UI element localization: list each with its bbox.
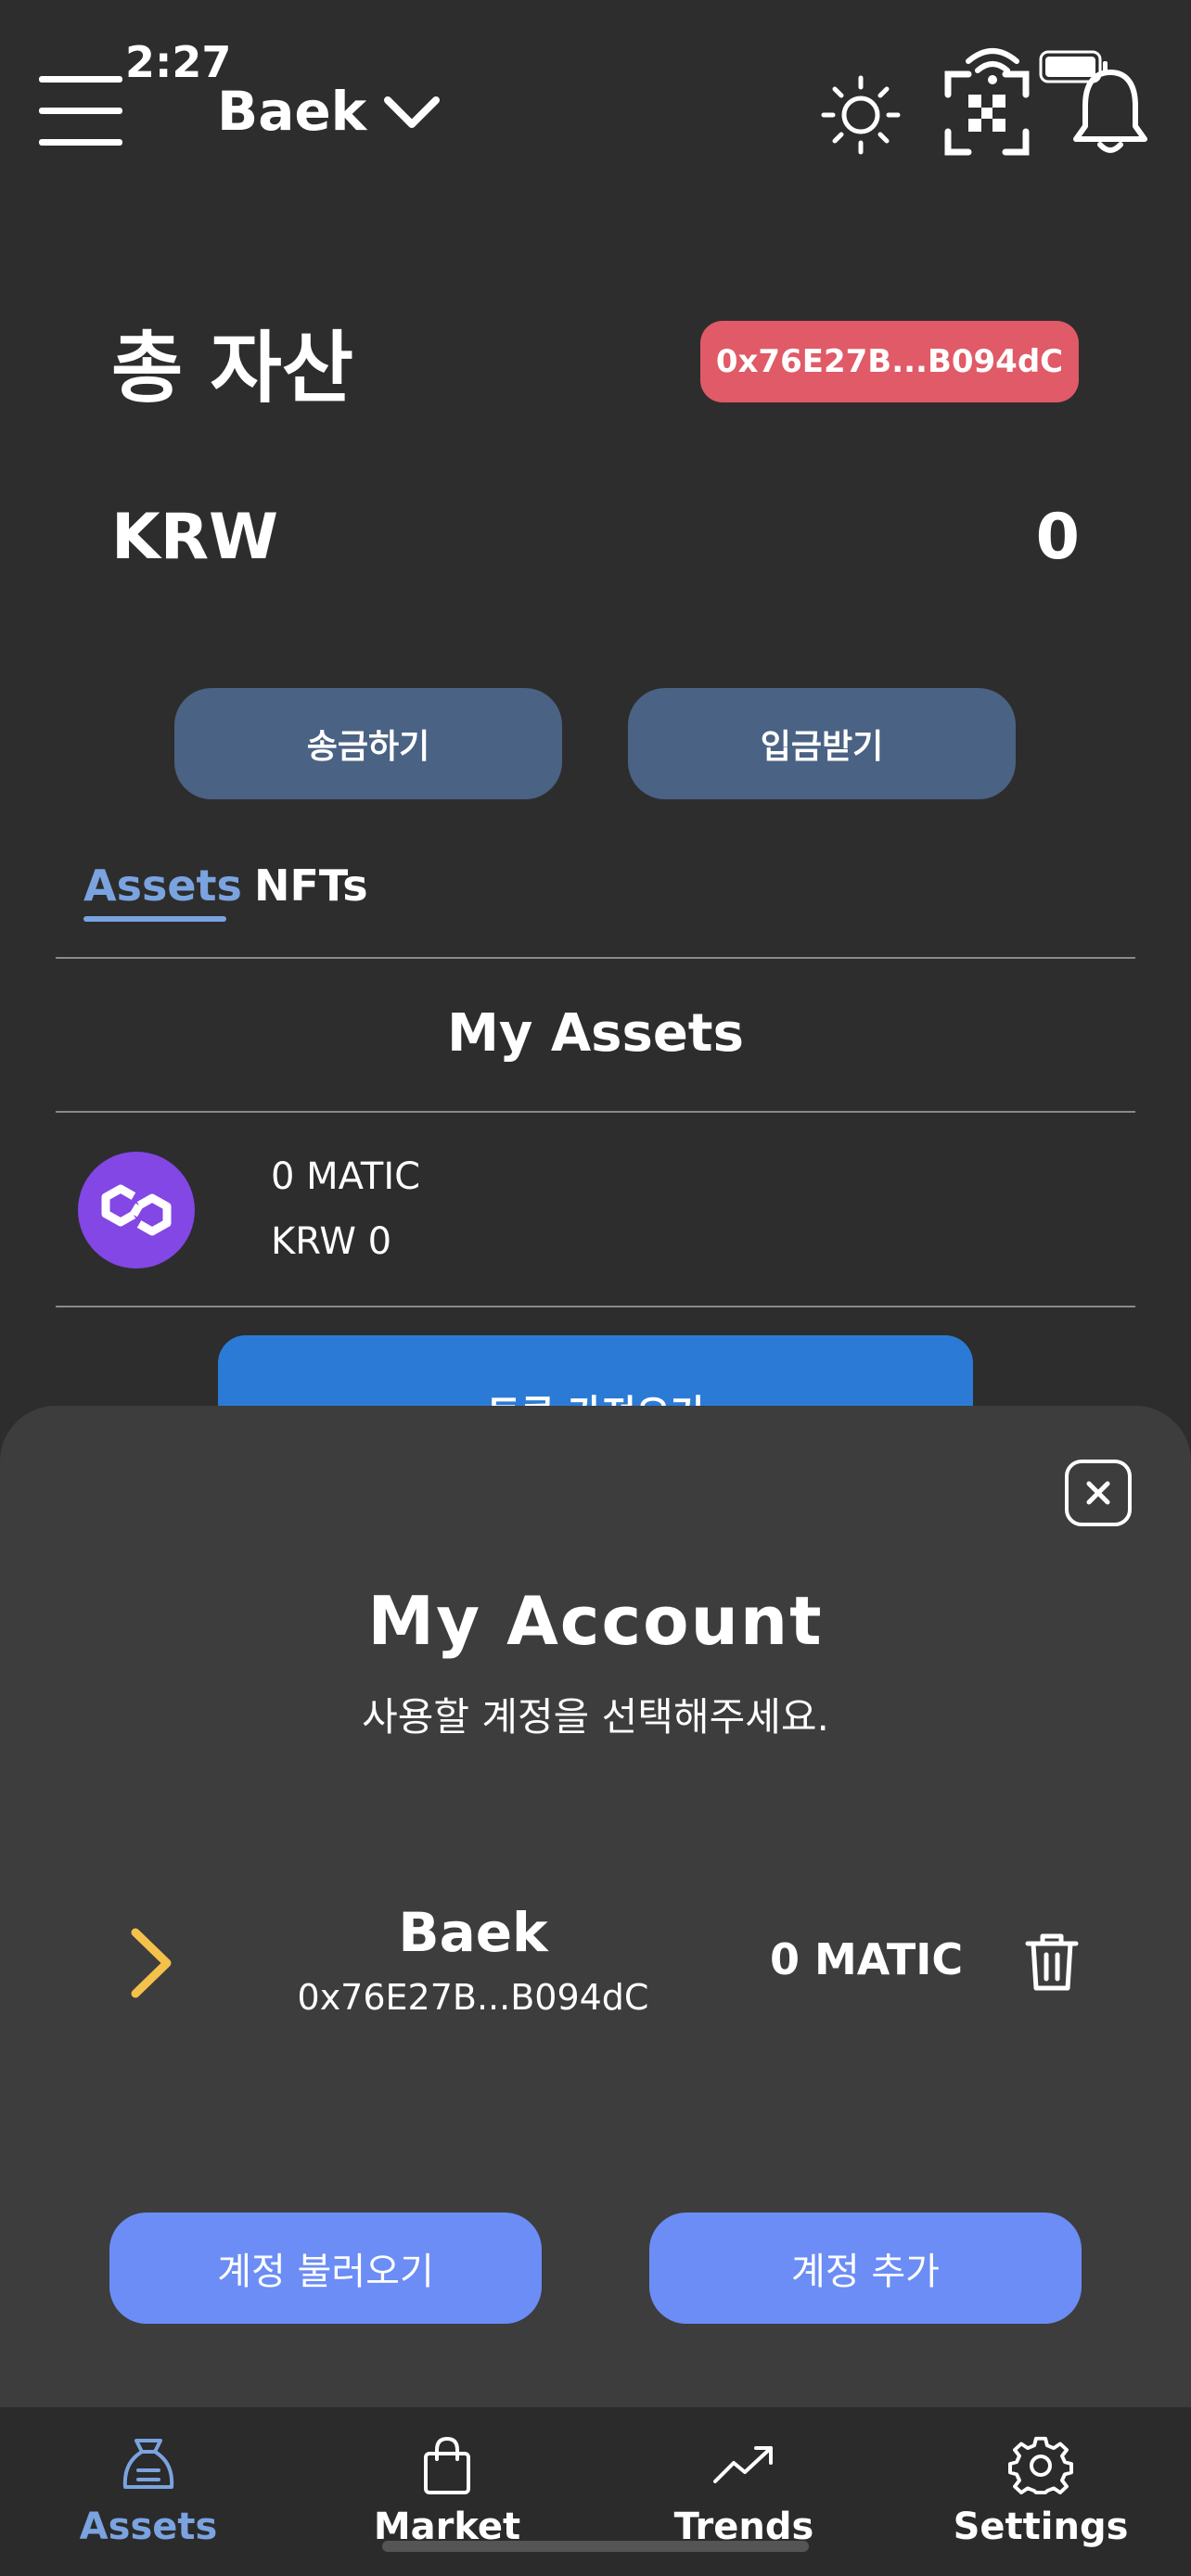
account-switcher-label[interactable]: Baek — [217, 80, 366, 143]
account-name[interactable]: Baek — [352, 1901, 594, 1964]
chevron-right-icon[interactable] — [128, 1925, 176, 2001]
chevron-down-icon[interactable] — [382, 91, 442, 137]
nav-trends[interactable]: Trends — [642, 2435, 846, 2548]
menu-icon[interactable] — [39, 76, 124, 147]
account-address: 0x76E27B...B094dC — [297, 1977, 649, 2018]
nav-assets[interactable]: Assets — [46, 2435, 250, 2548]
trash-icon[interactable] — [1024, 1931, 1080, 1992]
address-badge[interactable]: 0x76E27B...B094dC — [700, 321, 1079, 402]
home-indicator — [382, 2541, 809, 2552]
assets-icon — [122, 2439, 174, 2489]
currency-label: KRW — [111, 501, 279, 574]
sheet-title: My Account — [367, 1582, 824, 1660]
close-icon[interactable] — [1065, 1460, 1132, 1526]
divider — [56, 1111, 1135, 1113]
tab-active-indicator — [83, 916, 226, 922]
sheet-subtitle: 사용할 계정을 선택해주세요. — [362, 1694, 829, 1740]
add-account-button[interactable]: 계정 추가 — [649, 2213, 1082, 2324]
polygon-matic-icon — [78, 1152, 195, 1269]
trend-up-icon — [713, 2446, 773, 2483]
qr-scan-icon[interactable] — [942, 69, 1031, 158]
load-account-button[interactable]: 계정 불러오기 — [109, 2213, 542, 2324]
asset-fiat-value: KRW 0 — [271, 1220, 392, 1263]
total-assets-title: 총 자산 — [111, 323, 354, 414]
account-balance: 0 MATIC — [770, 1934, 964, 1984]
shopping-bag-icon — [424, 2437, 470, 2494]
gear-icon — [1008, 2436, 1073, 2494]
sun-icon[interactable] — [818, 72, 903, 158]
asset-amount: 0 MATIC — [271, 1155, 421, 1198]
send-button[interactable]: 송금하기 — [174, 688, 562, 799]
total-balance: 0 — [1035, 501, 1080, 574]
tab-assets[interactable]: Assets — [83, 861, 242, 911]
nav-market[interactable]: Market — [345, 2435, 549, 2548]
my-assets-title: My Assets — [447, 1003, 744, 1064]
nav-settings-label: Settings — [953, 2506, 1129, 2548]
receive-button[interactable]: 입금받기 — [628, 688, 1016, 799]
nav-assets-label: Assets — [79, 2506, 218, 2548]
nav-settings[interactable]: Settings — [939, 2435, 1143, 2548]
tab-nfts[interactable]: NFTs — [254, 861, 368, 911]
bell-icon[interactable] — [1067, 65, 1154, 158]
divider — [56, 957, 1135, 959]
status-time: 2:27 — [125, 37, 232, 87]
divider — [56, 1306, 1135, 1307]
